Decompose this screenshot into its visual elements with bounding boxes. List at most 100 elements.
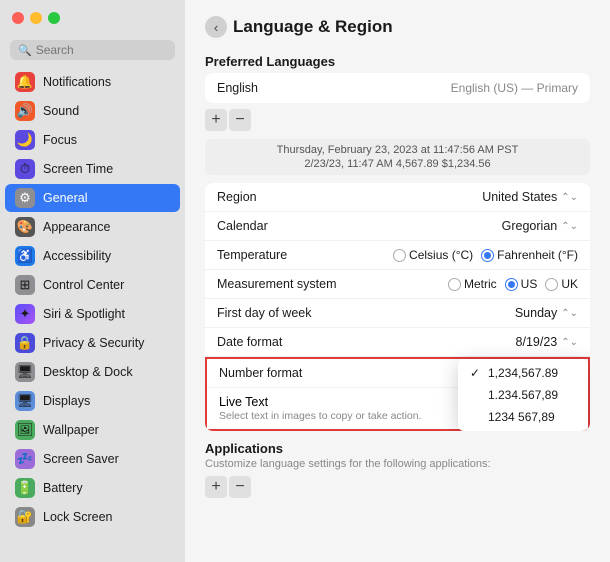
format-preview: Thursday, February 23, 2023 at 11:47:56 …: [205, 139, 590, 175]
displays-icon: 🖥: [15, 391, 35, 411]
desktop-icon: 🖥: [15, 362, 35, 382]
dropdown-option-0[interactable]: ✓ 1,234,567.89: [458, 362, 588, 384]
measurement-label: Measurement system: [217, 277, 336, 291]
sidebar-item-accessibility[interactable]: ♿ Accessibility: [5, 242, 180, 270]
window-controls: [12, 12, 60, 24]
sidebar-item-sound[interactable]: 🔊 Sound: [5, 97, 180, 125]
setting-row-temperature: Temperature Celsius (°C) Fahrenheit (°F): [205, 241, 590, 270]
temperature-radio-group: Celsius (°C) Fahrenheit (°F): [393, 248, 578, 262]
battery-icon: 🔋: [15, 478, 35, 498]
sound-icon: 🔊: [15, 101, 35, 121]
close-button[interactable]: [12, 12, 24, 24]
add-app-button[interactable]: +: [205, 476, 227, 498]
us-radio[interactable]: [505, 278, 518, 291]
main-content: ‹ Language & Region Preferred Languages …: [185, 0, 610, 562]
sidebar-label-accessibility: Accessibility: [43, 249, 111, 263]
setting-row-firstday: First day of week Sunday ⌃⌄: [205, 299, 590, 328]
sidebar-label-appearance: Appearance: [43, 220, 110, 234]
sidebar-item-appearance[interactable]: 🎨 Appearance: [5, 213, 180, 241]
page-title: Language & Region: [233, 17, 393, 37]
calendar-value[interactable]: Gregorian ⌃⌄: [502, 219, 578, 233]
calendar-arrow: ⌃⌄: [561, 221, 578, 232]
measurement-radio-group: Metric US UK: [448, 277, 578, 291]
applications-section: Applications Customize language settings…: [205, 441, 590, 506]
sidebar-item-screentime[interactable]: ⏱ Screen Time: [5, 155, 180, 183]
sidebar-label-lockscreen: Lock Screen: [43, 510, 112, 524]
search-input[interactable]: [36, 43, 167, 57]
sidebar-label-desktop: Desktop & Dock: [43, 365, 133, 379]
uk-option[interactable]: UK: [545, 277, 578, 291]
wallpaper-icon: 🖼: [15, 420, 35, 440]
setting-row-calendar: Calendar Gregorian ⌃⌄: [205, 212, 590, 241]
checkmark-icon: ✓: [470, 366, 482, 380]
numberformat-label: Number format: [219, 366, 329, 380]
dateformat-label: Date format: [217, 335, 327, 349]
sidebar-label-focus: Focus: [43, 133, 77, 147]
number-format-dropdown[interactable]: ✓ 1,234,567.89 1.234.567,89 1234 567,89: [458, 359, 588, 431]
add-language-button[interactable]: +: [205, 109, 227, 131]
maximize-button[interactable]: [48, 12, 60, 24]
temperature-options: Celsius (°C) Fahrenheit (°F): [393, 248, 578, 262]
sidebar-item-desktop[interactable]: 🖥 Desktop & Dock: [5, 358, 180, 386]
sidebar-label-screensaver: Screen Saver: [43, 452, 119, 466]
sidebar-item-notifications[interactable]: 🔔 Notifications: [5, 68, 180, 96]
celsius-radio[interactable]: [393, 249, 406, 262]
add-remove-row: + −: [205, 109, 590, 131]
applications-title: Applications: [205, 441, 590, 456]
firstday-label: First day of week: [217, 306, 327, 320]
focus-icon: 🌙: [15, 130, 35, 150]
search-icon: 🔍: [18, 44, 32, 57]
app-add-remove-row: + −: [205, 476, 590, 498]
settings-table: Region United States ⌃⌄ Calendar Gregori…: [205, 183, 590, 431]
language-row: English English (US) — Primary: [217, 81, 578, 95]
header-row: ‹ Language & Region: [205, 16, 590, 38]
firstday-value[interactable]: Sunday ⌃⌄: [515, 306, 578, 320]
appearance-icon: 🎨: [15, 217, 35, 237]
sidebar-label-sound: Sound: [43, 104, 79, 118]
sidebar-item-privacy[interactable]: 🔒 Privacy & Security: [5, 329, 180, 357]
language-block: English English (US) — Primary: [205, 73, 590, 103]
sidebar-item-wallpaper[interactable]: 🖼 Wallpaper: [5, 416, 180, 444]
preview-date-line: Thursday, February 23, 2023 at 11:47:56 …: [217, 144, 578, 156]
uk-radio[interactable]: [545, 278, 558, 291]
search-bar[interactable]: 🔍: [10, 40, 175, 60]
region-value[interactable]: United States ⌃⌄: [482, 190, 578, 204]
celsius-option[interactable]: Celsius (°C): [393, 248, 473, 262]
sidebar-item-siri[interactable]: ✦ Siri & Spotlight: [5, 300, 180, 328]
screensaver-icon: 💤: [15, 449, 35, 469]
remove-app-button[interactable]: −: [229, 476, 251, 498]
region-arrow: ⌃⌄: [561, 192, 578, 203]
sidebar-item-general[interactable]: ⚙ General: [5, 184, 180, 212]
sidebar-item-lockscreen[interactable]: 🔐 Lock Screen: [5, 503, 180, 531]
preview-data-line: 2/23/23, 11:47 AM 4,567.89 $1,234.56: [217, 158, 578, 170]
remove-language-button[interactable]: −: [229, 109, 251, 131]
sidebar-item-focus[interactable]: 🌙 Focus: [5, 126, 180, 154]
sidebar: 🔍 🔔 Notifications 🔊 Sound 🌙 Focus ⏱ Scre…: [0, 0, 185, 562]
dropdown-option-1[interactable]: 1.234.567,89: [458, 384, 588, 406]
sidebar-item-screensaver[interactable]: 💤 Screen Saver: [5, 445, 180, 473]
temperature-label: Temperature: [217, 248, 327, 262]
dateformat-value[interactable]: 8/19/23 ⌃⌄: [516, 335, 578, 349]
sidebar-label-screentime: Screen Time: [43, 162, 113, 176]
metric-radio[interactable]: [448, 278, 461, 291]
minimize-button[interactable]: [30, 12, 42, 24]
sidebar-item-displays[interactable]: 🖥 Displays: [5, 387, 180, 415]
sidebar-item-battery[interactable]: 🔋 Battery: [5, 474, 180, 502]
fahrenheit-option[interactable]: Fahrenheit (°F): [481, 248, 578, 262]
setting-row-region: Region United States ⌃⌄: [205, 183, 590, 212]
general-icon: ⚙: [15, 188, 35, 208]
sidebar-label-displays: Displays: [43, 394, 90, 408]
sidebar-label-wallpaper: Wallpaper: [43, 423, 99, 437]
number-format-section: Number format 1,234,567.89 ⌃⌄ ✓ 1,234,56…: [205, 357, 590, 431]
dropdown-option-2[interactable]: 1234 567,89: [458, 406, 588, 428]
sidebar-item-controlcenter[interactable]: ⊞ Control Center: [5, 271, 180, 299]
metric-option[interactable]: Metric: [448, 277, 497, 291]
notifications-icon: 🔔: [15, 72, 35, 92]
back-button[interactable]: ‹: [205, 16, 227, 38]
fahrenheit-radio[interactable]: [481, 249, 494, 262]
setting-row-measurement: Measurement system Metric US: [205, 270, 590, 299]
firstday-arrow: ⌃⌄: [561, 308, 578, 319]
siri-icon: ✦: [15, 304, 35, 324]
us-option[interactable]: US: [505, 277, 538, 291]
sidebar-label-battery: Battery: [43, 481, 83, 495]
